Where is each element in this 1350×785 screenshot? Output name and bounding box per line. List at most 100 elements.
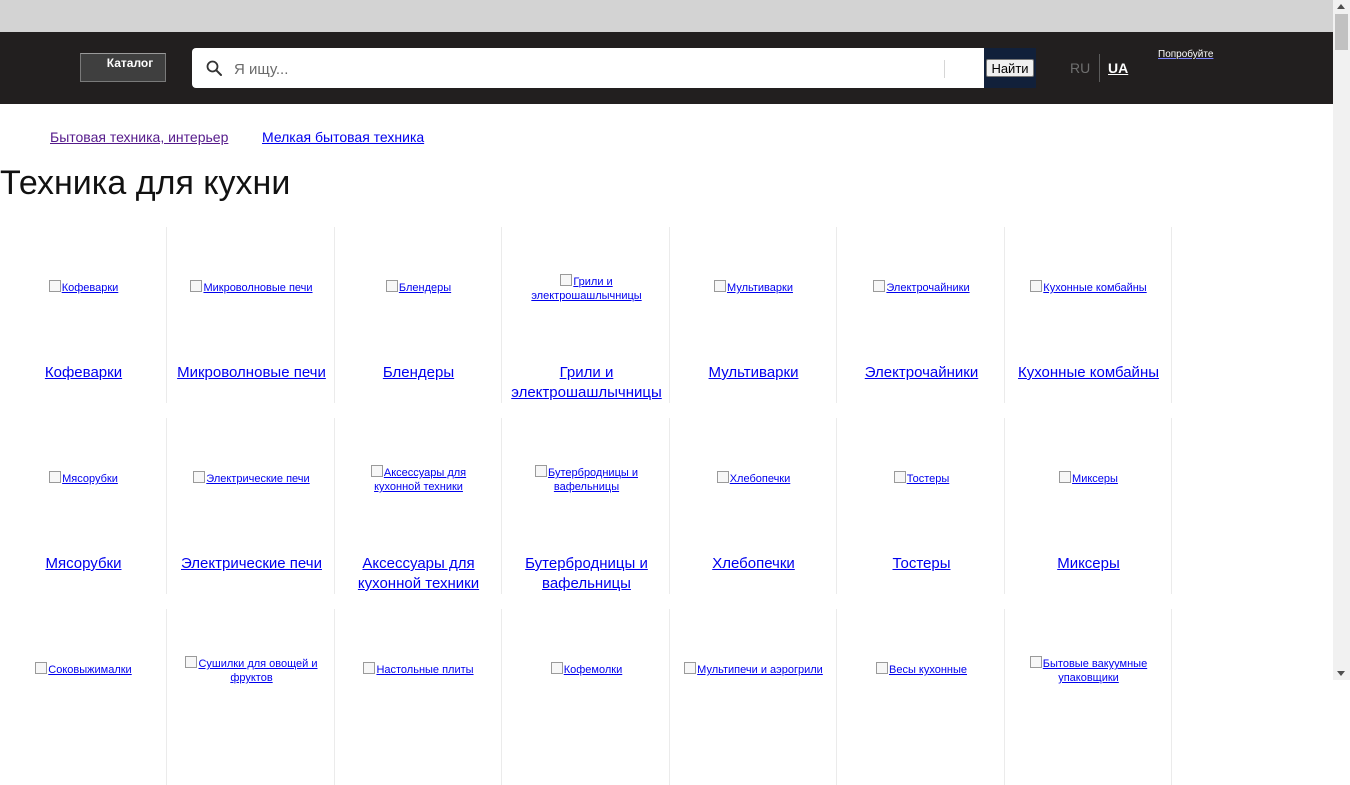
- breadcrumb-link-household[interactable]: Бытовая техника, интерьер: [50, 129, 228, 145]
- category-image-link[interactable]: Электрические печи: [168, 471, 335, 486]
- category-image-link[interactable]: Бытовые вакуумные упаковщики: [1005, 656, 1172, 685]
- search-input[interactable]: [232, 56, 936, 82]
- vertical-scrollbar[interactable]: [1333, 0, 1350, 680]
- category-title-link[interactable]: Мясорубки: [0, 554, 167, 574]
- category-title-link[interactable]: Аксессуары для кухонной техники: [335, 554, 502, 594]
- browser-top-strip: [0, 0, 1333, 32]
- category-image-link[interactable]: Сушилки для овощей и фруктов: [168, 656, 335, 685]
- scroll-up-arrow-icon[interactable]: [1337, 4, 1345, 9]
- category-image-alt: Мясорубки: [62, 473, 118, 485]
- category-image-alt: Хлебопечки: [729, 473, 791, 485]
- category-tile[interactable]: Соковыжималки: [0, 609, 167, 785]
- broken-image-icon: [370, 465, 383, 477]
- broken-image-icon: [385, 280, 398, 292]
- category-image-link[interactable]: Миксеры: [1005, 471, 1172, 486]
- category-tile[interactable]: Настольные плиты: [335, 609, 502, 785]
- category-tile[interactable]: Микроволновые печи Микроволновые печи: [168, 227, 335, 403]
- category-tile[interactable]: Мультипечи и аэрогрили: [670, 609, 837, 785]
- category-title-link[interactable]: Кухонные комбайны: [1005, 363, 1172, 383]
- broken-image-icon: [185, 656, 198, 668]
- promo-link[interactable]: Попробуйте: [1158, 49, 1213, 60]
- category-tile[interactable]: Хлебопечки Хлебопечки: [670, 418, 837, 594]
- category-title-link[interactable]: Кофеварки: [0, 363, 167, 383]
- category-image-alt: Кухонные комбайны: [1043, 282, 1147, 294]
- category-image-alt: Мультиварки: [727, 282, 793, 294]
- category-image-alt: Миксеры: [1072, 473, 1118, 485]
- category-title-link[interactable]: Грили и электрошашлычницы: [503, 363, 670, 403]
- category-image-link[interactable]: Тостеры: [838, 471, 1005, 486]
- category-image-alt: Электрические печи: [206, 473, 310, 485]
- category-tile[interactable]: Кофемолки: [503, 609, 670, 785]
- site-header: Каталог Найти RU UA Попробуйте: [0, 32, 1333, 104]
- category-image-link[interactable]: Электрочайники: [838, 280, 1005, 295]
- category-image-link[interactable]: Мультиварки: [670, 280, 837, 295]
- category-image-link[interactable]: Мультипечи и аэрогрили: [670, 662, 837, 677]
- category-image-link[interactable]: Мясорубки: [0, 471, 167, 486]
- lang-ua-link[interactable]: UA: [1108, 60, 1128, 76]
- scroll-thumb[interactable]: [1335, 14, 1348, 50]
- category-tile[interactable]: Кофеварки Кофеварки: [0, 227, 167, 403]
- broken-image-icon: [893, 471, 906, 483]
- category-image-alt: Бытовые вакуумные упаковщики: [1042, 658, 1148, 684]
- category-image-link[interactable]: Бутербродницы и вафельницы: [503, 465, 670, 494]
- catalog-button[interactable]: Каталог: [80, 53, 166, 82]
- page-title: Техника для кухни: [0, 164, 291, 202]
- category-image-alt: Кофемолки: [563, 664, 623, 676]
- category-image-alt: Соковыжималки: [48, 664, 132, 676]
- category-image-link[interactable]: Микроволновые печи: [168, 280, 335, 295]
- search-icon: [206, 60, 222, 76]
- search-button-area: Найти: [984, 48, 1036, 88]
- category-image-link[interactable]: Соковыжималки: [0, 662, 167, 677]
- category-tile[interactable]: Сушилки для овощей и фруктов: [168, 609, 335, 785]
- category-tile[interactable]: Блендеры Блендеры: [335, 227, 502, 403]
- broken-image-icon: [35, 662, 48, 674]
- category-tile[interactable]: Миксеры Миксеры: [1005, 418, 1172, 594]
- category-title-link[interactable]: Бутербродницы и вафельницы: [503, 554, 670, 594]
- broken-image-icon: [873, 280, 886, 292]
- category-image-alt: Блендеры: [398, 282, 452, 294]
- scroll-down-arrow-icon[interactable]: [1337, 671, 1345, 676]
- category-tile[interactable]: Электрочайники Электрочайники: [838, 227, 1005, 403]
- category-title-link[interactable]: Блендеры: [335, 363, 502, 383]
- category-tile[interactable]: Весы кухонные: [838, 609, 1005, 785]
- category-image-link[interactable]: Настольные плиты: [335, 662, 502, 677]
- category-image-alt: Электрочайники: [886, 282, 970, 294]
- category-image-alt: Кофеварки: [61, 282, 119, 294]
- category-image-link[interactable]: Кофеварки: [0, 280, 167, 295]
- category-image-link[interactable]: Кофемолки: [503, 662, 670, 677]
- category-tile[interactable]: Мультиварки Мультиварки: [670, 227, 837, 403]
- search-button[interactable]: Найти: [986, 59, 1034, 77]
- category-title-link[interactable]: Электрочайники: [838, 363, 1005, 383]
- category-image-alt: Грили и электрошашлычницы: [531, 276, 642, 302]
- category-image-alt: Микроволновые печи: [203, 282, 313, 294]
- category-tile[interactable]: Бытовые вакуумные упаковщики: [1005, 609, 1172, 785]
- category-title-link[interactable]: Микроволновые печи: [168, 363, 335, 383]
- category-tile[interactable]: Кухонные комбайны Кухонные комбайны: [1005, 227, 1172, 403]
- broken-image-icon: [49, 471, 62, 483]
- category-title-link[interactable]: Мультиварки: [670, 363, 837, 383]
- category-title-link[interactable]: Тостеры: [838, 554, 1005, 574]
- broken-image-icon: [550, 662, 563, 674]
- category-image-link[interactable]: Аксессуары для кухонной техники: [335, 465, 502, 494]
- category-tile[interactable]: Аксессуары для кухонной техники Аксессуар…: [335, 418, 502, 594]
- breadcrumb-link-small-appliances[interactable]: Мелкая бытовая техника: [262, 129, 424, 145]
- category-title-link[interactable]: Электрические печи: [168, 554, 335, 574]
- category-image-alt: Тостеры: [906, 473, 950, 485]
- category-title-link[interactable]: Миксеры: [1005, 554, 1172, 574]
- search-divider: [944, 60, 945, 78]
- category-title-link[interactable]: Хлебопечки: [670, 554, 837, 574]
- category-tile[interactable]: Электрические печи Электрические печи: [168, 418, 335, 594]
- category-image-link[interactable]: Хлебопечки: [670, 471, 837, 486]
- broken-image-icon: [48, 280, 61, 292]
- category-image-link[interactable]: Блендеры: [335, 280, 502, 295]
- lang-divider: [1099, 54, 1100, 82]
- category-image-link[interactable]: Грили и электрошашлычницы: [503, 274, 670, 303]
- broken-image-icon: [875, 662, 888, 674]
- category-image-link[interactable]: Кухонные комбайны: [1005, 280, 1172, 295]
- category-tile[interactable]: Бутербродницы и вафельницы Бутербродницы …: [503, 418, 670, 594]
- category-tile[interactable]: Мясорубки Мясорубки: [0, 418, 167, 594]
- category-tile[interactable]: Грили и электрошашлычницы Грили и электро…: [503, 227, 670, 403]
- category-tile[interactable]: Тостеры Тостеры: [838, 418, 1005, 594]
- lang-ru-link[interactable]: RU: [1070, 60, 1090, 76]
- category-image-link[interactable]: Весы кухонные: [838, 662, 1005, 677]
